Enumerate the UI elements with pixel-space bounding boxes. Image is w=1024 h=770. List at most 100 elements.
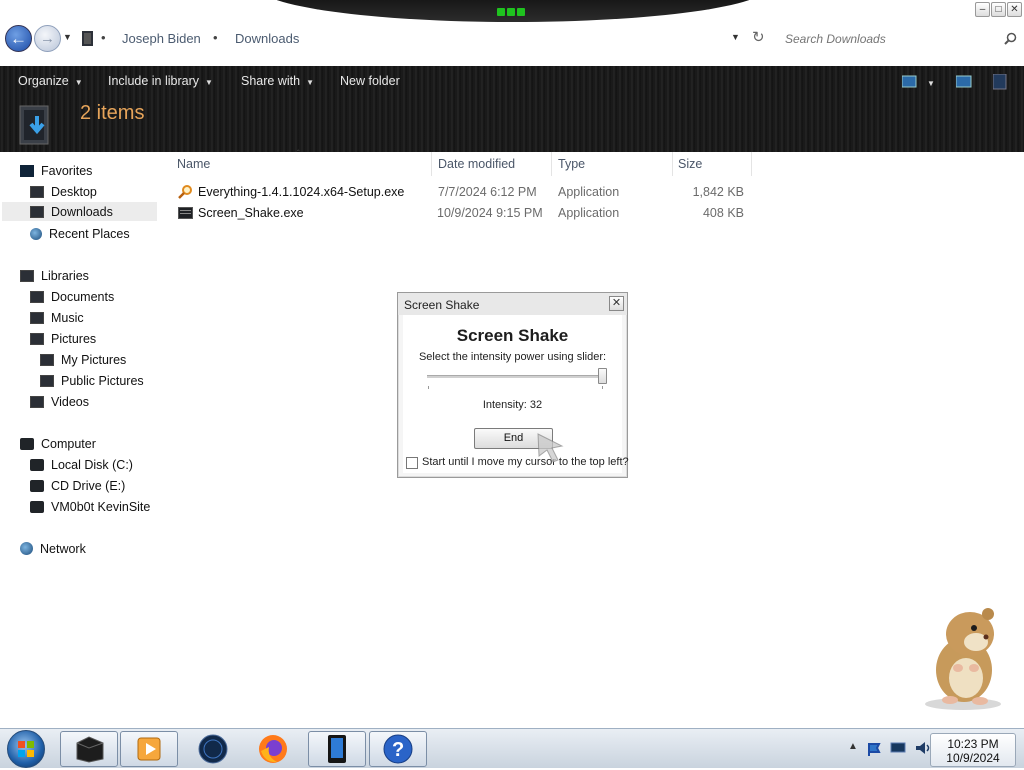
taskbar-help[interactable]: ? — [369, 731, 427, 767]
breadcrumb-separator: • — [101, 30, 106, 45]
breadcrumb-downloads[interactable]: Downloads — [235, 31, 299, 46]
nav-recent-places[interactable]: Recent Places — [30, 224, 130, 243]
close-button[interactable]: ✕ — [1007, 2, 1022, 17]
taskbar-tablet-app[interactable] — [308, 731, 366, 767]
organize-menu[interactable]: Organize ▼ — [18, 74, 83, 88]
nav-label: Computer — [41, 436, 96, 451]
nav-favorites[interactable]: Favorites — [20, 161, 92, 180]
column-divider[interactable] — [672, 152, 673, 176]
change-view-icon[interactable]: ▼ — [902, 75, 942, 89]
nav-desktop[interactable]: Desktop — [30, 182, 97, 201]
clock[interactable]: 10:23 PM 10/9/2024 — [930, 733, 1016, 767]
nav-label: VM0b0t KevinSite — [51, 499, 151, 514]
my-pictures-icon — [40, 353, 54, 366]
share-with-menu[interactable]: Share with ▼ — [241, 74, 314, 88]
breadcrumb-user[interactable]: Joseph Biden — [122, 31, 201, 46]
windows-logo-icon — [18, 741, 34, 757]
nav-public-pictures[interactable]: Public Pictures — [40, 371, 144, 390]
recent-places-icon — [30, 227, 42, 240]
action-center-flag-icon[interactable] — [866, 741, 882, 757]
libraries-icon — [20, 269, 34, 282]
network-icon — [20, 542, 33, 555]
intensity-slider[interactable] — [427, 375, 605, 378]
nav-libraries[interactable]: Libraries — [20, 266, 89, 285]
nav-downloads[interactable]: Downloads — [2, 202, 157, 221]
nav-label: CD Drive (E:) — [51, 478, 126, 493]
magnifier-setup-icon — [178, 185, 192, 199]
column-header-date[interactable]: Date modified — [438, 157, 515, 171]
slider-thumb[interactable] — [598, 368, 607, 384]
minimize-button[interactable]: – — [975, 2, 990, 17]
nav-documents[interactable]: Documents — [30, 287, 114, 306]
nav-local-disk[interactable]: Local Disk (C:) — [30, 455, 133, 474]
taskbar-firefox[interactable] — [244, 731, 302, 767]
nav-label: Music — [51, 310, 84, 325]
nav-label: Pictures — [51, 331, 97, 346]
file-row[interactable]: Everything-1.4.1.1024.x64-Setup.exe 7/7/… — [176, 182, 746, 203]
nav-music[interactable]: Music — [30, 308, 84, 327]
activity-indicator — [497, 5, 527, 17]
file-date: 7/7/2024 6:12 PM — [438, 185, 537, 199]
maximize-button[interactable]: □ — [991, 2, 1006, 17]
preview-pane-icon[interactable] — [956, 75, 972, 89]
pictures-icon — [30, 332, 44, 345]
file-size: 1,842 KB — [692, 185, 744, 199]
column-divider[interactable] — [551, 152, 552, 176]
public-pictures-icon — [40, 374, 54, 387]
back-button[interactable]: ← — [5, 25, 32, 52]
help-book-icon[interactable] — [993, 74, 1007, 90]
include-in-library-menu[interactable]: Include in library ▼ — [108, 74, 213, 88]
start-until-label: Start until I move my cursor to the top … — [422, 456, 629, 468]
nav-pictures[interactable]: Pictures — [30, 329, 96, 348]
command-bar: Organize ▼ Include in library ▼ Share with… — [0, 66, 1024, 152]
screen-shake-dialog: Screen Shake ✕ Screen Shake Select the i… — [397, 292, 629, 478]
nav-videos[interactable]: Videos — [30, 392, 89, 411]
new-folder-button[interactable]: New folder — [340, 74, 400, 88]
search-input[interactable] — [783, 28, 998, 50]
file-name: Everything-1.4.1.1024.x64-Setup.exe — [198, 185, 405, 199]
address-dropdown-icon[interactable]: ▼ — [731, 32, 740, 42]
refresh-icon[interactable]: ↻ — [752, 28, 765, 46]
svg-text:?: ? — [392, 739, 404, 761]
start-until-checkbox[interactable] — [406, 457, 418, 469]
forward-button[interactable]: → — [34, 25, 61, 52]
nav-my-pictures[interactable]: My Pictures — [40, 350, 126, 369]
taskbar-globe[interactable] — [184, 731, 242, 767]
nav-label: Documents — [51, 289, 115, 304]
network-drive-icon — [30, 500, 44, 513]
items-count: 2 items — [80, 102, 145, 124]
taskbar-explorer[interactable] — [60, 731, 118, 767]
breadcrumb-separator: • — [213, 30, 218, 45]
exe-window-icon — [178, 207, 193, 219]
firefox-icon — [259, 735, 287, 763]
nav-label: Recent Places — [49, 226, 130, 241]
file-type: Application — [558, 206, 620, 220]
column-header-type[interactable]: Type — [558, 157, 585, 171]
nav-label: Videos — [51, 394, 89, 409]
taskbar-media-player[interactable] — [120, 731, 178, 767]
slider-instruction: Select the intensity power using slider: — [418, 351, 607, 363]
downloads-folder-icon — [19, 105, 49, 145]
column-header-size[interactable]: Size — [678, 157, 702, 171]
column-divider[interactable] — [431, 152, 432, 176]
column-header-name[interactable]: Name — [177, 157, 210, 171]
nav-cd-drive[interactable]: CD Drive (E:) — [30, 476, 125, 495]
media-player-icon — [137, 737, 161, 761]
show-hidden-icons-icon[interactable]: ▲ — [848, 741, 858, 752]
sort-ascending-icon: ˆ — [297, 149, 300, 158]
nav-label: Favorites — [41, 163, 93, 178]
downloads-icon — [30, 205, 44, 218]
column-divider[interactable] — [751, 152, 752, 176]
start-button[interactable] — [7, 730, 45, 768]
history-dropdown-icon[interactable]: ▼ — [63, 32, 72, 42]
documents-icon — [30, 290, 44, 303]
network-status-icon[interactable] — [890, 741, 906, 755]
nav-label: Downloads — [51, 204, 113, 219]
dialog-close-button[interactable]: ✕ — [609, 296, 624, 311]
search-icon[interactable] — [1004, 32, 1017, 45]
dialog-title: Screen Shake — [404, 298, 480, 312]
file-row[interactable]: Screen_Shake.exe 10/9/2024 9:15 PM Appli… — [176, 203, 746, 224]
nav-network-share[interactable]: VM0b0t KevinSite — [30, 497, 150, 516]
nav-computer[interactable]: Computer — [20, 434, 96, 453]
nav-network[interactable]: Network — [20, 539, 86, 558]
